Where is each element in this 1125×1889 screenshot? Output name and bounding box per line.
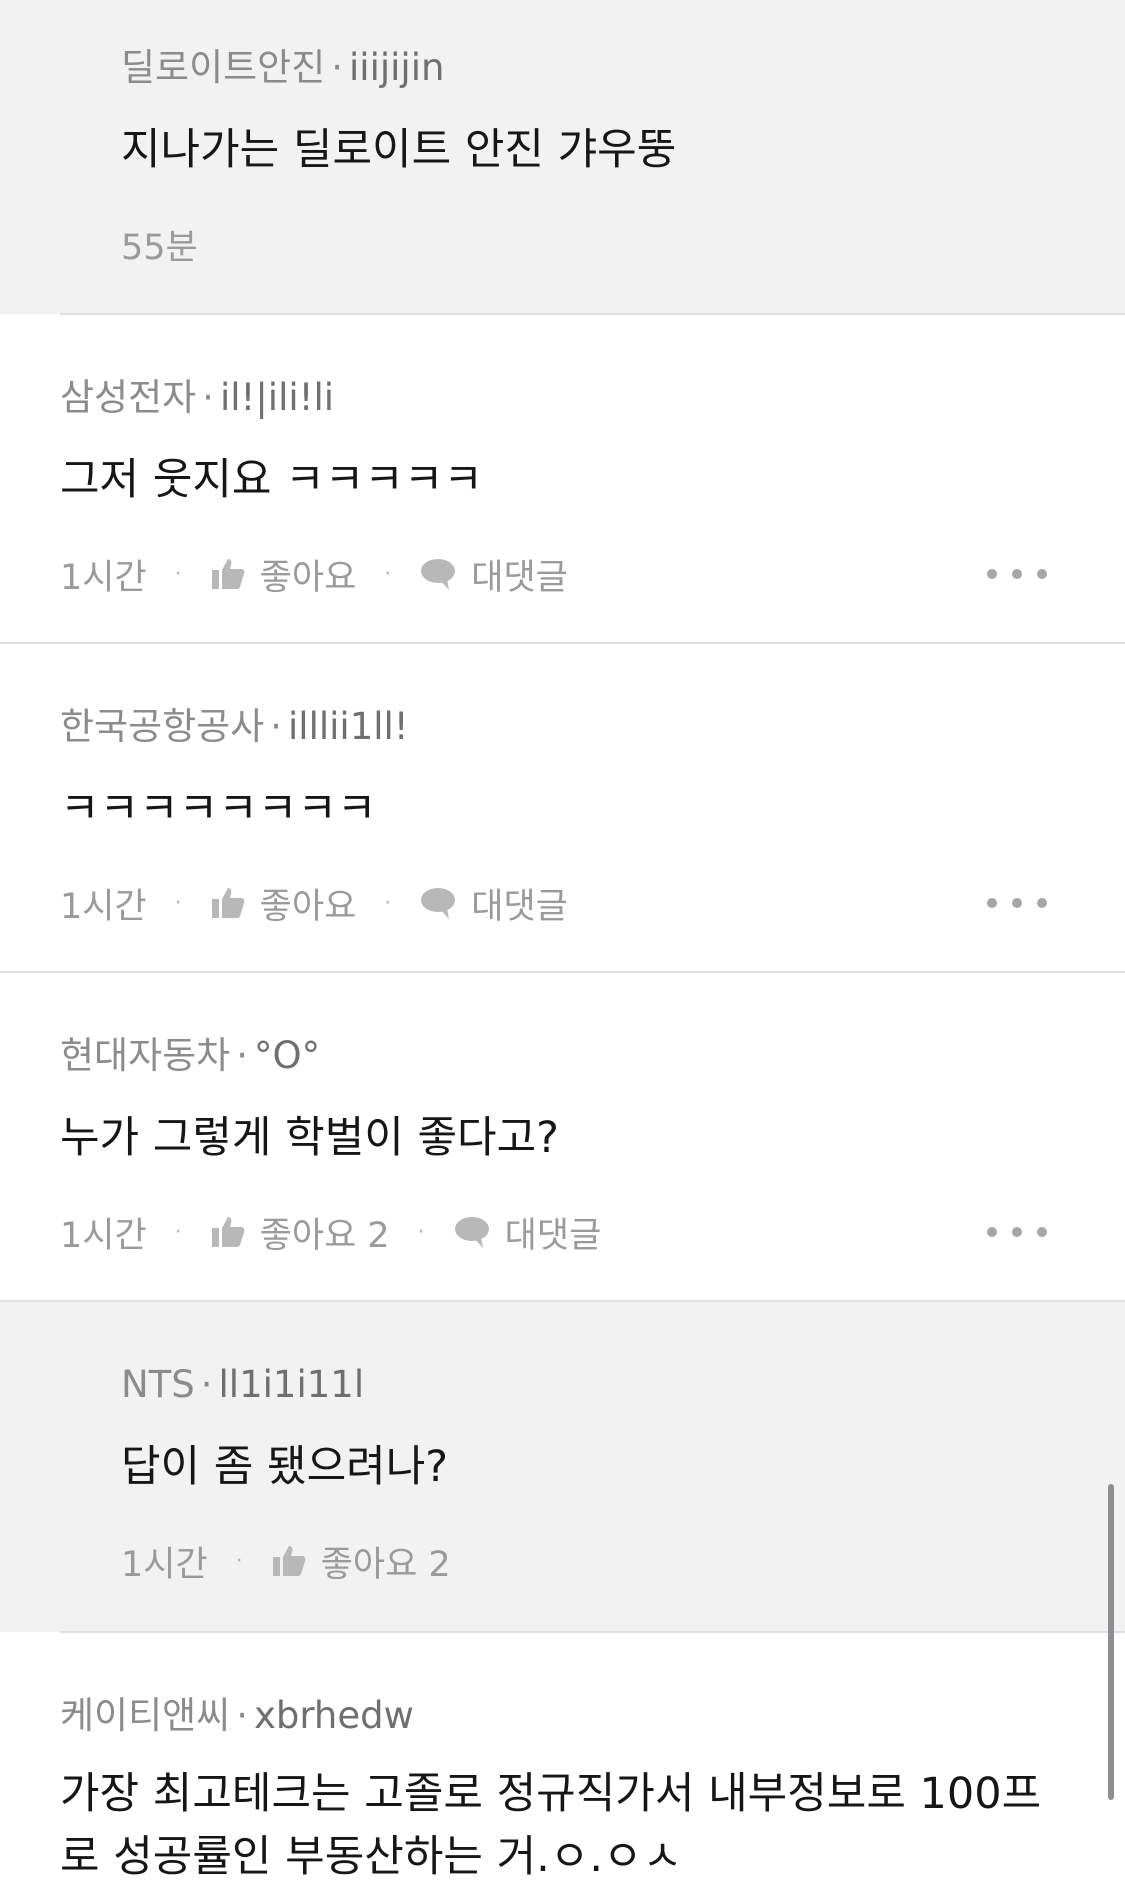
like-button[interactable]: 좋아요 (210, 549, 357, 600)
reply-label: 대댓글 (504, 1215, 602, 1256)
comment-text: 누가 그렇게 학벌이 좋다고? (60, 1113, 559, 1163)
more-horizontal-icon (987, 1227, 997, 1237)
nickname: °O° (253, 1034, 321, 1077)
thumbs-up-icon (272, 1546, 306, 1576)
like-button[interactable]: 좋아요 2 (210, 1207, 390, 1258)
like-label: 좋아요 (259, 886, 357, 927)
comment-meta: 1시간 · 좋아요 · 대댓글 (60, 552, 568, 598)
comment-author[interactable]: 현대자동차 · °O° (60, 1034, 320, 1078)
reply-comment: NTS · ll1i1i11l 답이 좀 됐으려나? 1시간 · 좋아요 2 (0, 1302, 1125, 1632)
meta-separator: · (174, 890, 182, 916)
comment-author[interactable]: 삼성전자 · il!|ili!li (60, 376, 334, 420)
comment-time: 1시간 (60, 557, 147, 598)
thumbs-up-icon (211, 888, 245, 918)
comment-text: 답이 좀 됐으려나? (121, 1442, 449, 1492)
author-separator: · (236, 1034, 248, 1077)
comment-text: 그저 웃지요 ㅋㅋㅋㅋㅋ (60, 455, 483, 505)
comment-author[interactable]: 딜로이트안진 · iiijijin (121, 46, 444, 90)
meta-separator: · (384, 890, 392, 916)
meta-separator: · (174, 561, 182, 587)
like-button[interactable]: 좋아요 2 (271, 1536, 451, 1587)
more-horizontal-icon (987, 569, 997, 579)
comment-time: 1시간 (60, 886, 147, 927)
author-separator: · (331, 46, 344, 89)
comment-text: 지나가는 딜로이트 안진 갸우뚱 (121, 125, 677, 175)
comment-author[interactable]: 한국공항공사 · illlii1ll! (60, 705, 409, 749)
meta-separator: · (417, 1219, 425, 1245)
like-label: 좋아요 (259, 557, 357, 598)
meta-separator: · (235, 1548, 243, 1574)
like-label: 좋아요 2 (259, 1215, 390, 1256)
nickname: il!|ili!li (219, 376, 335, 419)
like-button[interactable]: 좋아요 (210, 878, 357, 929)
company-name: 현대자동차 (60, 1034, 231, 1077)
company-name: 케이티앤씨 (60, 1694, 231, 1737)
reply-button[interactable]: 대댓글 (419, 878, 568, 929)
comment: 케이티앤씨 · xbrhedw 가장 최고테크는 고졸로 정규직가서 내부정보로 1… (0, 1633, 1125, 1884)
nickname: ll1i1i11l (218, 1363, 365, 1406)
reply-comment: 딜로이트안진 · iiijijin 지나가는 딜로이트 안진 갸우뚱 55분 (0, 0, 1125, 314)
comment-meta: 1시간 · 좋아요 2 · 대댓글 (60, 1210, 601, 1256)
comment-text: ㅋㅋㅋㅋㅋㅋㅋㅋ (60, 784, 377, 834)
author-separator: · (236, 1694, 248, 1737)
company-name: 한국공항공사 (60, 705, 265, 748)
comment: 현대자동차 · °O° 누가 그렇게 학벌이 좋다고? 1시간 · 좋아요 2 · … (0, 973, 1125, 1301)
comment: 삼성전자 · il!|ili!li 그저 웃지요 ㅋㅋㅋㅋㅋ 1시간 · 좋아요 ·… (0, 315, 1125, 643)
comment-time: 1시간 (121, 1544, 208, 1585)
comment-time: 1시간 (60, 1215, 147, 1256)
author-separator: · (270, 705, 283, 748)
like-label: 좋아요 2 (320, 1544, 451, 1585)
scrollbar[interactable] (1108, 1484, 1114, 1800)
reply-button[interactable]: 대댓글 (453, 1207, 602, 1258)
comment-meta: 1시간 · 좋아요 2 (121, 1539, 451, 1585)
comment: 한국공항공사 · illlii1ll! ㅋㅋㅋㅋㅋㅋㅋㅋ 1시간 · 좋아요 · 대… (0, 644, 1125, 972)
company-name: 딜로이트안진 (121, 46, 326, 89)
nickname: xbrhedw (253, 1694, 414, 1737)
company-name: NTS (121, 1363, 195, 1406)
author-separator: · (202, 376, 214, 419)
reply-label: 대댓글 (471, 886, 568, 927)
comment-author[interactable]: 케이티앤씨 · xbrhedw (60, 1694, 414, 1738)
speech-bubble-icon (421, 559, 456, 590)
comment-meta: 1시간 · 좋아요 · 대댓글 (60, 881, 568, 927)
thumbs-up-icon (211, 1217, 245, 1247)
reply-label: 대댓글 (471, 557, 568, 598)
thumbs-up-icon (211, 559, 245, 589)
author-separator: · (200, 1363, 213, 1406)
meta-separator: · (384, 561, 392, 587)
nickname: illlii1ll! (288, 705, 409, 748)
comment-author[interactable]: NTS · ll1i1i11l (121, 1363, 364, 1407)
reply-button[interactable]: 대댓글 (419, 549, 568, 600)
speech-bubble-icon (421, 888, 456, 919)
meta-separator: · (174, 1219, 182, 1245)
more-options-button[interactable] (987, 559, 1047, 589)
comment-meta: 55분 (121, 222, 198, 268)
company-name: 삼성전자 (60, 376, 197, 419)
speech-bubble-icon (454, 1217, 489, 1248)
comment-time: 55분 (121, 227, 198, 268)
more-horizontal-icon (987, 898, 997, 908)
nickname: iiijijin (349, 46, 445, 89)
comment-text: 가장 최고테크는 고졸로 정규직가서 내부정보로 100프로 성공률인 부동산하… (60, 1769, 1042, 1882)
more-options-button[interactable] (987, 888, 1047, 918)
more-options-button[interactable] (987, 1217, 1047, 1247)
